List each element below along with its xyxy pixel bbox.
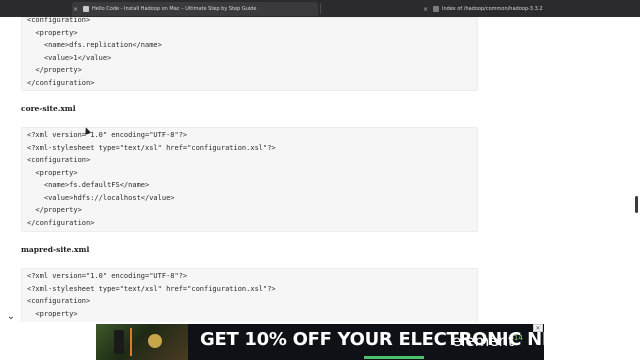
browser-tab-strip: × Hello Code - Install Hadoop on Mac – U… bbox=[0, 0, 640, 17]
code-line: <name>fs.defaultFS</name> bbox=[27, 181, 150, 189]
code-line: <name>dfs.replication</name> bbox=[27, 41, 162, 49]
tab-close-icon[interactable]: × bbox=[72, 6, 79, 13]
tab-divider bbox=[320, 3, 321, 14]
tab-close-icon[interactable]: × bbox=[422, 6, 429, 13]
scrollbar-thumb[interactable] bbox=[635, 196, 638, 213]
section-heading-core-site: core-site.xml bbox=[21, 104, 76, 113]
tab-hadoop-index[interactable]: × Index of /hadoop/common/hadoop-3.3.2 bbox=[422, 2, 632, 16]
code-line: <property> bbox=[27, 310, 78, 318]
page-icon bbox=[83, 6, 89, 12]
ad-banner[interactable]: GET 10% OFF YOUR ELECTRONIC NEEDS elemen… bbox=[96, 324, 544, 360]
code-line: <?xml version="1.0" encoding="UTF-8"?> bbox=[27, 131, 188, 139]
ad-accent-bar bbox=[364, 356, 424, 359]
code-line: </property> bbox=[27, 66, 82, 74]
circuit-board-image bbox=[96, 324, 188, 360]
tab-label: Hello Code - Install Hadoop on Mac – Ult… bbox=[92, 6, 257, 12]
code-line: <value>hdfs://localhost</value> bbox=[27, 194, 175, 202]
code-block-core-site: <?xml version="1.0" encoding="UTF-8"?> <… bbox=[21, 127, 478, 232]
tab-hello-code[interactable]: × Hello Code - Install Hadoop on Mac – U… bbox=[72, 2, 318, 16]
code-line: <configuration> bbox=[27, 156, 91, 164]
code-line: <configuration> bbox=[27, 297, 91, 305]
code-line: <configuration> bbox=[27, 16, 91, 24]
tab-label: Index of /hadoop/common/hadoop-3.3.2 bbox=[442, 6, 543, 12]
code-line: <property> bbox=[27, 29, 78, 37]
code-line: <value>1</value> bbox=[27, 54, 112, 62]
code-block-mapred-site: <?xml version="1.0" encoding="UTF-8"?> <… bbox=[21, 268, 478, 324]
code-line: <?xml-stylesheet type="text/xsl" href="c… bbox=[27, 144, 276, 152]
ad-brand-name: element bbox=[452, 332, 514, 350]
ad-close-icon[interactable]: ✕ bbox=[533, 324, 543, 332]
code-line: </property> bbox=[27, 206, 82, 214]
section-heading-mapred-site: mapred-site.xml bbox=[21, 245, 90, 254]
ad-brand-logo: element14 bbox=[452, 332, 523, 350]
code-line: <?xml version="1.0" encoding="UTF-8"?> bbox=[27, 272, 188, 280]
code-block-hdfs-site: <configuration> <property> <name>dfs.rep… bbox=[21, 16, 478, 91]
page-icon bbox=[433, 6, 439, 12]
code-line: </configuration> bbox=[27, 219, 95, 227]
code-line: <property> bbox=[27, 169, 78, 177]
ad-brand-suffix: 14 bbox=[513, 334, 523, 342]
code-line: <?xml-stylesheet type="text/xsl" href="c… bbox=[27, 285, 276, 293]
code-line: </configuration> bbox=[27, 79, 95, 87]
